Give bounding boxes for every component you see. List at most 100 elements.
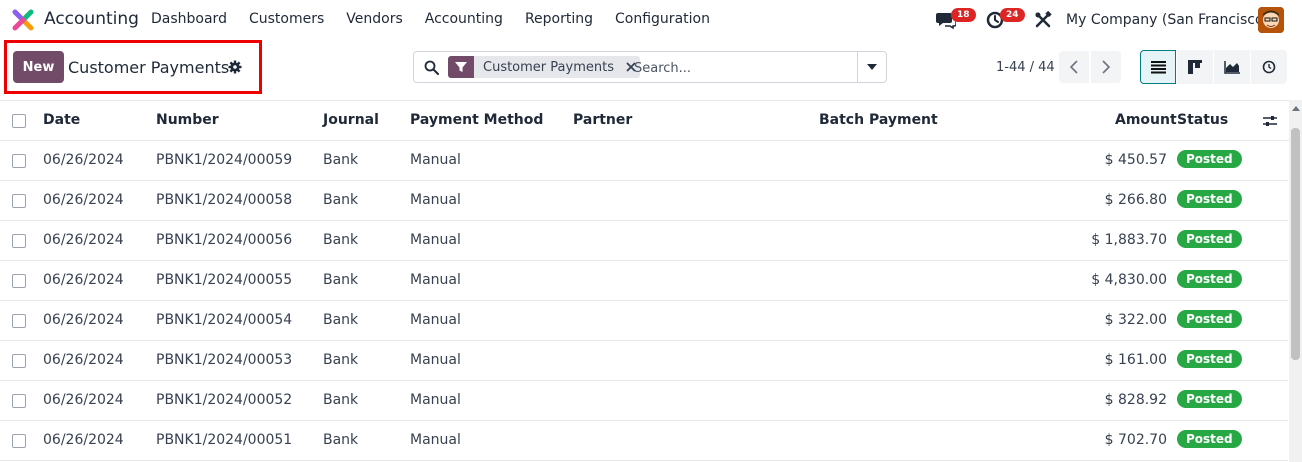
kanban-view-button[interactable] xyxy=(1177,50,1213,84)
cell-number: PBNK1/2024/00051 xyxy=(156,432,293,448)
row-checkbox[interactable] xyxy=(12,434,26,448)
select-all-checkbox[interactable] xyxy=(12,114,26,128)
column-header-amount[interactable]: Amount xyxy=(1115,112,1177,128)
cell-amount: $ 266.80 xyxy=(1104,192,1167,208)
new-button[interactable]: New xyxy=(13,51,64,83)
cell-journal: Bank xyxy=(323,352,359,368)
table-row[interactable]: 06/26/2024 PBNK1/2024/00054 Bank Manual … xyxy=(0,301,1288,341)
status-badge: Posted xyxy=(1177,230,1242,248)
list-view-button[interactable] xyxy=(1140,50,1176,84)
status-badge: Posted xyxy=(1177,270,1242,288)
page-title: Customer Payments xyxy=(68,58,230,77)
table-row[interactable]: 06/26/2024 PBNK1/2024/00053 Bank Manual … xyxy=(0,341,1288,381)
cell-journal: Bank xyxy=(323,392,359,408)
gear-icon[interactable] xyxy=(228,60,242,74)
search-input[interactable] xyxy=(634,58,854,78)
tools-icon[interactable] xyxy=(1034,11,1052,29)
scrollbar-thumb[interactable] xyxy=(1291,128,1300,360)
main-menu: Dashboard Customers Vendors Accounting R… xyxy=(151,11,732,27)
search-icon[interactable] xyxy=(424,60,439,75)
cell-journal: Bank xyxy=(323,432,359,448)
cell-journal: Bank xyxy=(323,152,359,168)
search-bar: Customer Payments xyxy=(413,51,887,83)
column-header-batch-payment[interactable]: Batch Payment xyxy=(819,112,938,128)
pager-value[interactable]: 1-44 / 44 xyxy=(996,60,1055,75)
table-row[interactable]: 06/26/2024 PBNK1/2024/00056 Bank Manual … xyxy=(0,221,1288,261)
list-view-icon xyxy=(1150,60,1166,73)
activity-view-button[interactable] xyxy=(1251,50,1287,84)
column-header-journal[interactable]: Journal xyxy=(323,112,379,128)
row-checkbox[interactable] xyxy=(12,314,26,328)
menu-accounting[interactable]: Accounting xyxy=(425,11,503,27)
graph-view-icon xyxy=(1224,60,1240,74)
search-facet: Customer Payments xyxy=(448,56,640,78)
cell-number: PBNK1/2024/00056 xyxy=(156,232,293,248)
cell-date: 06/26/2024 xyxy=(43,232,124,248)
status-badge: Posted xyxy=(1177,150,1242,168)
menu-configuration[interactable]: Configuration xyxy=(615,11,710,27)
cell-payment-method: Manual xyxy=(410,392,461,408)
vertical-scrollbar[interactable] xyxy=(1289,100,1302,462)
cell-amount: $ 161.00 xyxy=(1104,352,1167,368)
cell-number: PBNK1/2024/00053 xyxy=(156,352,293,368)
cell-date: 06/26/2024 xyxy=(43,272,124,288)
scroll-up-arrow-icon[interactable] xyxy=(1292,106,1300,111)
cell-amount: $ 702.70 xyxy=(1104,432,1167,448)
accounting-logo-icon[interactable] xyxy=(12,9,34,31)
cell-amount: $ 4,830.00 xyxy=(1091,272,1167,288)
menu-vendors[interactable]: Vendors xyxy=(346,11,402,27)
cell-date: 06/26/2024 xyxy=(43,352,124,368)
pager-next-button[interactable] xyxy=(1091,51,1121,83)
cell-payment-method: Manual xyxy=(410,312,461,328)
table-row[interactable]: 06/26/2024 PBNK1/2024/00055 Bank Manual … xyxy=(0,261,1288,301)
cell-payment-method: Manual xyxy=(410,152,461,168)
cell-number: PBNK1/2024/00059 xyxy=(156,152,293,168)
cell-date: 06/26/2024 xyxy=(43,392,124,408)
status-badge: Posted xyxy=(1177,390,1242,408)
column-settings-icon[interactable] xyxy=(1262,113,1278,129)
row-checkbox[interactable] xyxy=(12,194,26,208)
activity-count-badge: 24 xyxy=(1000,8,1025,22)
caret-down-icon xyxy=(867,64,877,70)
column-header-date[interactable]: Date xyxy=(43,112,80,128)
row-checkbox[interactable] xyxy=(12,354,26,368)
status-badge: Posted xyxy=(1177,190,1242,208)
app-name[interactable]: Accounting xyxy=(44,9,139,29)
row-checkbox[interactable] xyxy=(12,154,26,168)
cell-number: PBNK1/2024/00052 xyxy=(156,392,293,408)
cell-journal: Bank xyxy=(323,192,359,208)
column-header-partner[interactable]: Partner xyxy=(573,112,632,128)
row-checkbox[interactable] xyxy=(12,274,26,288)
column-header-number[interactable]: Number xyxy=(156,112,219,128)
search-options-toggle[interactable] xyxy=(857,52,886,82)
table-row[interactable]: 06/26/2024 PBNK1/2024/00058 Bank Manual … xyxy=(0,181,1288,221)
table-row[interactable]: 06/26/2024 PBNK1/2024/00051 Bank Manual … xyxy=(0,421,1288,461)
cell-payment-method: Manual xyxy=(410,272,461,288)
company-switcher[interactable]: My Company (San Francisco) xyxy=(1066,12,1269,28)
status-badge: Posted xyxy=(1177,430,1242,448)
row-checkbox[interactable] xyxy=(12,234,26,248)
cell-journal: Bank xyxy=(323,232,359,248)
graph-view-button[interactable] xyxy=(1214,50,1250,84)
table-row[interactable]: 06/26/2024 PBNK1/2024/00052 Bank Manual … xyxy=(0,381,1288,421)
menu-dashboard[interactable]: Dashboard xyxy=(151,11,227,27)
user-avatar[interactable] xyxy=(1258,7,1284,33)
cell-date: 06/26/2024 xyxy=(43,312,124,328)
row-checkbox[interactable] xyxy=(12,394,26,408)
cell-amount: $ 828.92 xyxy=(1104,392,1167,408)
pager-previous-button[interactable] xyxy=(1059,51,1089,83)
menu-customers[interactable]: Customers xyxy=(249,11,324,27)
cell-amount: $ 322.00 xyxy=(1104,312,1167,328)
column-header-payment-method[interactable]: Payment Method xyxy=(410,112,543,128)
search-facet-label: Customer Payments xyxy=(483,59,614,75)
payments-table: Date Number Journal Payment Method Partn… xyxy=(0,100,1302,462)
cell-amount: $ 1,883.70 xyxy=(1091,232,1167,248)
status-badge: Posted xyxy=(1177,310,1242,328)
column-header-status[interactable]: Status xyxy=(1177,112,1228,128)
cell-payment-method: Manual xyxy=(410,232,461,248)
top-navbar: Accounting Dashboard Customers Vendors A… xyxy=(0,0,1302,40)
status-badge: Posted xyxy=(1177,350,1242,368)
menu-reporting[interactable]: Reporting xyxy=(525,11,593,27)
kanban-view-icon xyxy=(1188,60,1202,74)
table-row[interactable]: 06/26/2024 PBNK1/2024/00059 Bank Manual … xyxy=(0,141,1288,181)
